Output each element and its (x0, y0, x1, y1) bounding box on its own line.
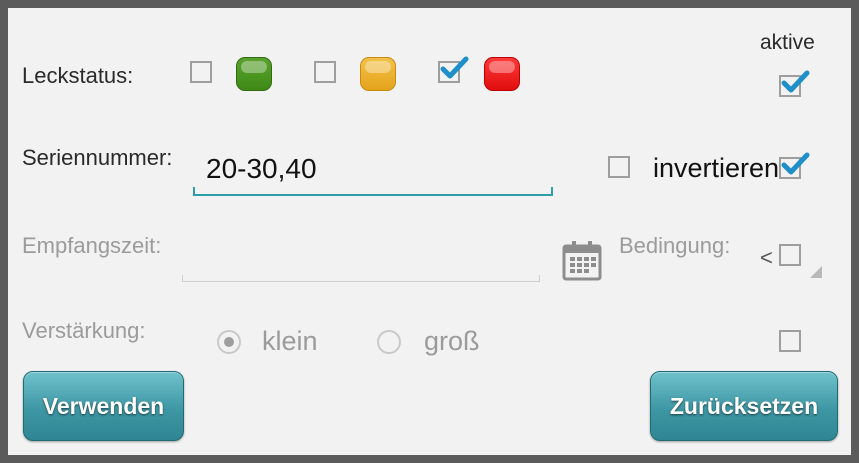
serial-number-input[interactable]: 20-30,40 (206, 153, 317, 185)
gain-large-radio[interactable] (377, 330, 401, 354)
leak-status-active-checkbox[interactable] (779, 70, 810, 97)
gain-label: Verstärkung: (22, 318, 146, 343)
condition-label: Bedingung: (619, 233, 731, 258)
checkmark-icon (440, 56, 469, 79)
condition-value: < (760, 245, 773, 270)
gain-active-checkbox[interactable] (779, 330, 801, 352)
filter-dialog: aktive Leckstatus: Seriennummer: 20-30,4… (8, 8, 851, 455)
gain-small-label: klein (262, 326, 318, 356)
reset-button[interactable]: Zurücksetzen (650, 371, 838, 441)
gain-small-radio[interactable] (217, 330, 241, 354)
invert-label: invertieren (653, 153, 780, 183)
receive-time-label: Empfangszeit: (22, 233, 162, 258)
serial-number-label: Seriennummer: (22, 145, 173, 170)
checkmark-icon (781, 70, 810, 93)
serial-active-checkbox[interactable] (779, 152, 810, 179)
leak-status-yellow-checkbox[interactable] (314, 61, 336, 83)
invert-checkbox[interactable] (608, 156, 630, 178)
receive-time-input[interactable] (184, 238, 540, 278)
leak-status-label: Leckstatus: (22, 63, 134, 88)
leak-status-green-checkbox[interactable] (190, 61, 212, 83)
green-status-indicator (236, 57, 272, 91)
apply-button[interactable]: Verwenden (23, 371, 184, 441)
gain-large-label: groß (424, 326, 480, 356)
receive-time-active-checkbox[interactable] (779, 244, 801, 266)
leak-status-red-checkbox[interactable] (438, 56, 469, 83)
calendar-icon[interactable] (561, 240, 603, 287)
receive-time-underline (182, 275, 540, 282)
yellow-status-indicator (360, 57, 396, 91)
active-column-header: aktive (760, 31, 815, 54)
checkmark-icon (781, 152, 810, 175)
red-status-indicator (484, 57, 520, 91)
serial-number-underline (193, 187, 553, 196)
spinner-arrow-icon (810, 266, 822, 278)
